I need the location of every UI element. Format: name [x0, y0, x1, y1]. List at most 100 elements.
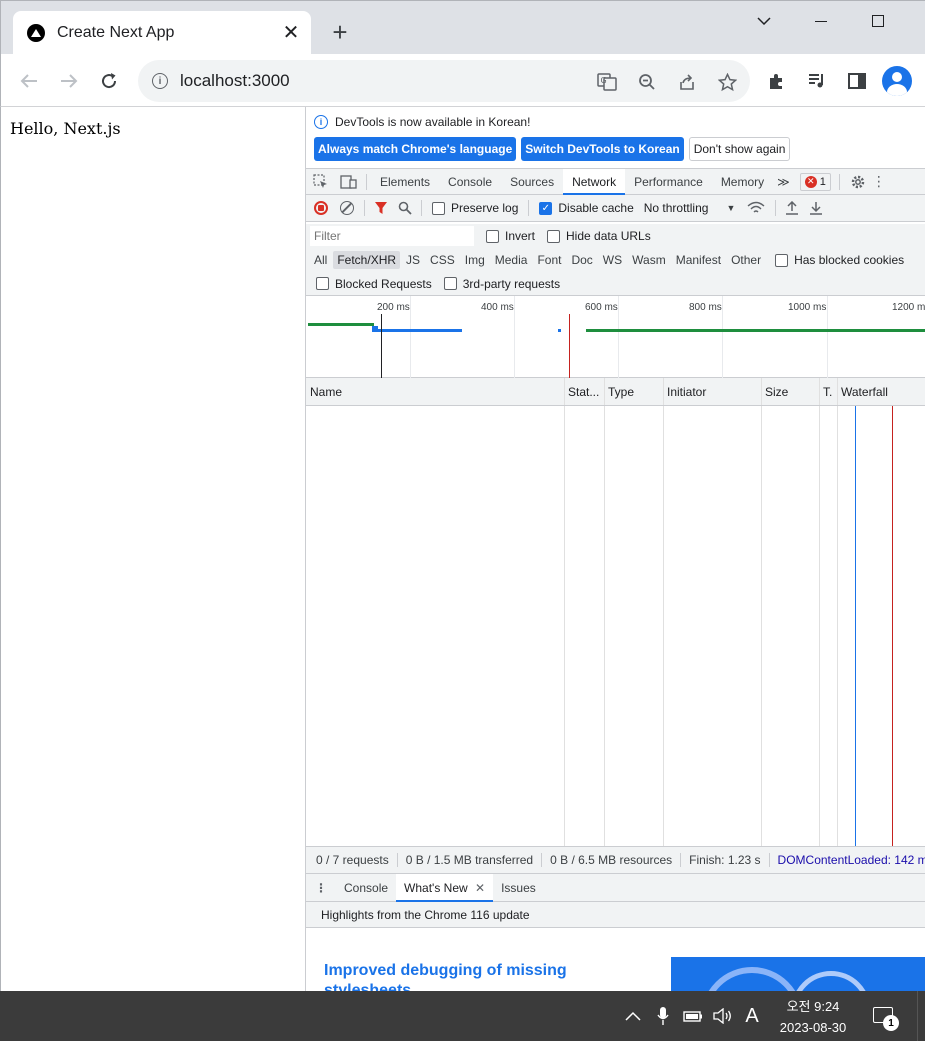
media-control-icon[interactable]	[803, 67, 831, 95]
inspect-element-icon[interactable]	[306, 169, 334, 195]
switch-to-korean-button[interactable]: Switch DevTools to Korean	[521, 137, 684, 161]
blocked-filters-row: Blocked Requests 3rd-party requests	[306, 272, 925, 296]
tab-sources[interactable]: Sources	[501, 169, 563, 195]
type-media[interactable]: Media	[491, 251, 532, 269]
nextjs-favicon-icon	[27, 24, 45, 42]
requests-table-body[interactable]	[306, 406, 925, 846]
column-name[interactable]: Name	[306, 378, 564, 406]
url-text[interactable]: localhost:3000	[180, 71, 290, 91]
overview-request-bar	[308, 323, 374, 326]
more-options-icon[interactable]: ⋮	[872, 169, 886, 195]
input-method-indicator[interactable]: A	[741, 1005, 763, 1027]
close-icon[interactable]: ✕	[475, 881, 485, 895]
drawer-menu-icon[interactable]: ⋮	[306, 881, 336, 895]
tab-network[interactable]: Network	[563, 168, 626, 195]
tab-console[interactable]: Console	[439, 169, 501, 195]
drawer-tab-console[interactable]: Console	[336, 874, 396, 902]
type-js[interactable]: JS	[402, 251, 424, 269]
type-img[interactable]: Img	[461, 251, 489, 269]
tab-search-chevron-icon[interactable]	[741, 7, 787, 35]
column-time[interactable]: T.	[819, 378, 837, 406]
type-fetch-xhr[interactable]: Fetch/XHR	[333, 251, 401, 269]
maximize-button[interactable]	[855, 7, 901, 35]
type-font[interactable]: Font	[533, 251, 565, 269]
reload-icon[interactable]	[95, 67, 123, 95]
overview-marker-line	[381, 314, 382, 378]
settings-gear-icon[interactable]	[844, 169, 872, 195]
tab-memory[interactable]: Memory	[712, 169, 773, 195]
forward-arrow-icon[interactable]	[55, 67, 83, 95]
throttling-select[interactable]: No throttling ▼	[644, 201, 736, 215]
disable-cache-checkbox[interactable]: ✓ Disable cache	[539, 201, 634, 215]
article-title-link[interactable]: Improved debugging of missing stylesheet…	[324, 961, 604, 991]
overview-tick-label: 800 ms	[689, 302, 722, 313]
browser-tab[interactable]: Create Next App ✕	[13, 11, 311, 55]
resource-type-filters: All Fetch/XHR JS CSS Img Media Font Doc …	[306, 248, 925, 272]
network-overview-timeline[interactable]: 200 ms 400 ms 600 ms 800 ms 1000 ms 1200…	[306, 296, 925, 378]
drawer-tab-whats-new[interactable]: What's New ✕	[396, 873, 494, 902]
devtools-panel: i DevTools is now available in Korean! A…	[305, 107, 925, 991]
share-icon[interactable]	[676, 71, 698, 93]
notification-count: 1	[883, 1015, 899, 1031]
profile-avatar-icon[interactable]	[882, 66, 912, 96]
hide-data-urls-checkbox[interactable]: Hide data URLs	[547, 229, 651, 243]
show-desktop-button[interactable]	[917, 991, 925, 1041]
system-clock[interactable]: 오전 9:24 2023-08-30	[768, 996, 858, 1038]
blocked-requests-checkbox[interactable]: Blocked Requests	[316, 277, 432, 291]
minimize-button[interactable]	[798, 7, 844, 35]
column-waterfall[interactable]: Waterfall	[837, 378, 925, 406]
overview-tick-label: 200 ms	[377, 302, 410, 313]
invert-checkbox[interactable]: Invert	[486, 229, 535, 243]
notification-center-icon[interactable]: 1	[871, 1005, 899, 1031]
side-panel-icon[interactable]	[843, 67, 871, 95]
show-hidden-icons-chevron-icon[interactable]	[622, 1005, 644, 1027]
zoom-icon[interactable]	[636, 71, 658, 93]
type-wasm[interactable]: Wasm	[628, 251, 670, 269]
type-css[interactable]: CSS	[426, 251, 459, 269]
error-count: 1	[819, 175, 826, 188]
type-other[interactable]: Other	[727, 251, 765, 269]
volume-icon[interactable]	[712, 1005, 734, 1027]
bookmark-star-icon[interactable]	[716, 71, 738, 93]
filter-funnel-icon[interactable]	[369, 195, 393, 221]
type-manifest[interactable]: Manifest	[672, 251, 725, 269]
always-match-language-button[interactable]: Always match Chrome's language	[314, 137, 517, 161]
search-icon[interactable]	[393, 195, 417, 221]
error-icon: ✕	[804, 175, 817, 188]
overview-tick-label: 600 ms	[585, 302, 618, 313]
more-tabs-icon[interactable]: ≫	[773, 169, 794, 195]
clear-log-icon[interactable]	[340, 201, 354, 215]
whats-new-content: Improved debugging of missing stylesheet…	[306, 928, 925, 991]
tab-close-icon[interactable]: ✕	[281, 23, 301, 43]
export-har-icon[interactable]	[804, 195, 828, 221]
preserve-log-checkbox[interactable]: Preserve log	[432, 201, 518, 215]
stop-recording-icon[interactable]	[314, 201, 328, 215]
waterfall-domcontentloaded-line	[855, 406, 856, 846]
dont-show-again-button[interactable]: Don't show again	[688, 137, 791, 161]
has-blocked-cookies-checkbox[interactable]: Has blocked cookies	[775, 253, 904, 267]
column-initiator[interactable]: Initiator	[663, 378, 761, 406]
microphone-icon[interactable]	[652, 1005, 674, 1027]
back-arrow-icon[interactable]	[15, 67, 43, 95]
type-all[interactable]: All	[310, 251, 331, 269]
tab-performance[interactable]: Performance	[625, 169, 712, 195]
column-size[interactable]: Size	[761, 378, 819, 406]
device-toolbar-icon[interactable]	[334, 169, 362, 195]
drawer-tab-issues[interactable]: Issues	[493, 874, 544, 902]
error-count-badge[interactable]: ✕ 1	[799, 172, 831, 191]
type-ws[interactable]: WS	[599, 251, 626, 269]
import-har-icon[interactable]	[780, 195, 804, 221]
address-bar[interactable]: i localhost:3000 G	[138, 60, 750, 102]
network-conditions-icon[interactable]	[741, 195, 771, 221]
type-doc[interactable]: Doc	[567, 251, 596, 269]
third-party-requests-checkbox[interactable]: 3rd-party requests	[443, 277, 560, 291]
battery-icon[interactable]	[682, 1005, 704, 1027]
extensions-puzzle-icon[interactable]	[763, 67, 791, 95]
column-status[interactable]: Stat...	[564, 378, 604, 406]
site-info-icon[interactable]: i	[152, 73, 168, 89]
new-tab-button[interactable]: +	[327, 19, 353, 45]
translate-icon[interactable]: G	[596, 71, 618, 93]
filter-input[interactable]	[310, 226, 474, 246]
column-type[interactable]: Type	[604, 378, 663, 406]
tab-elements[interactable]: Elements	[371, 169, 439, 195]
